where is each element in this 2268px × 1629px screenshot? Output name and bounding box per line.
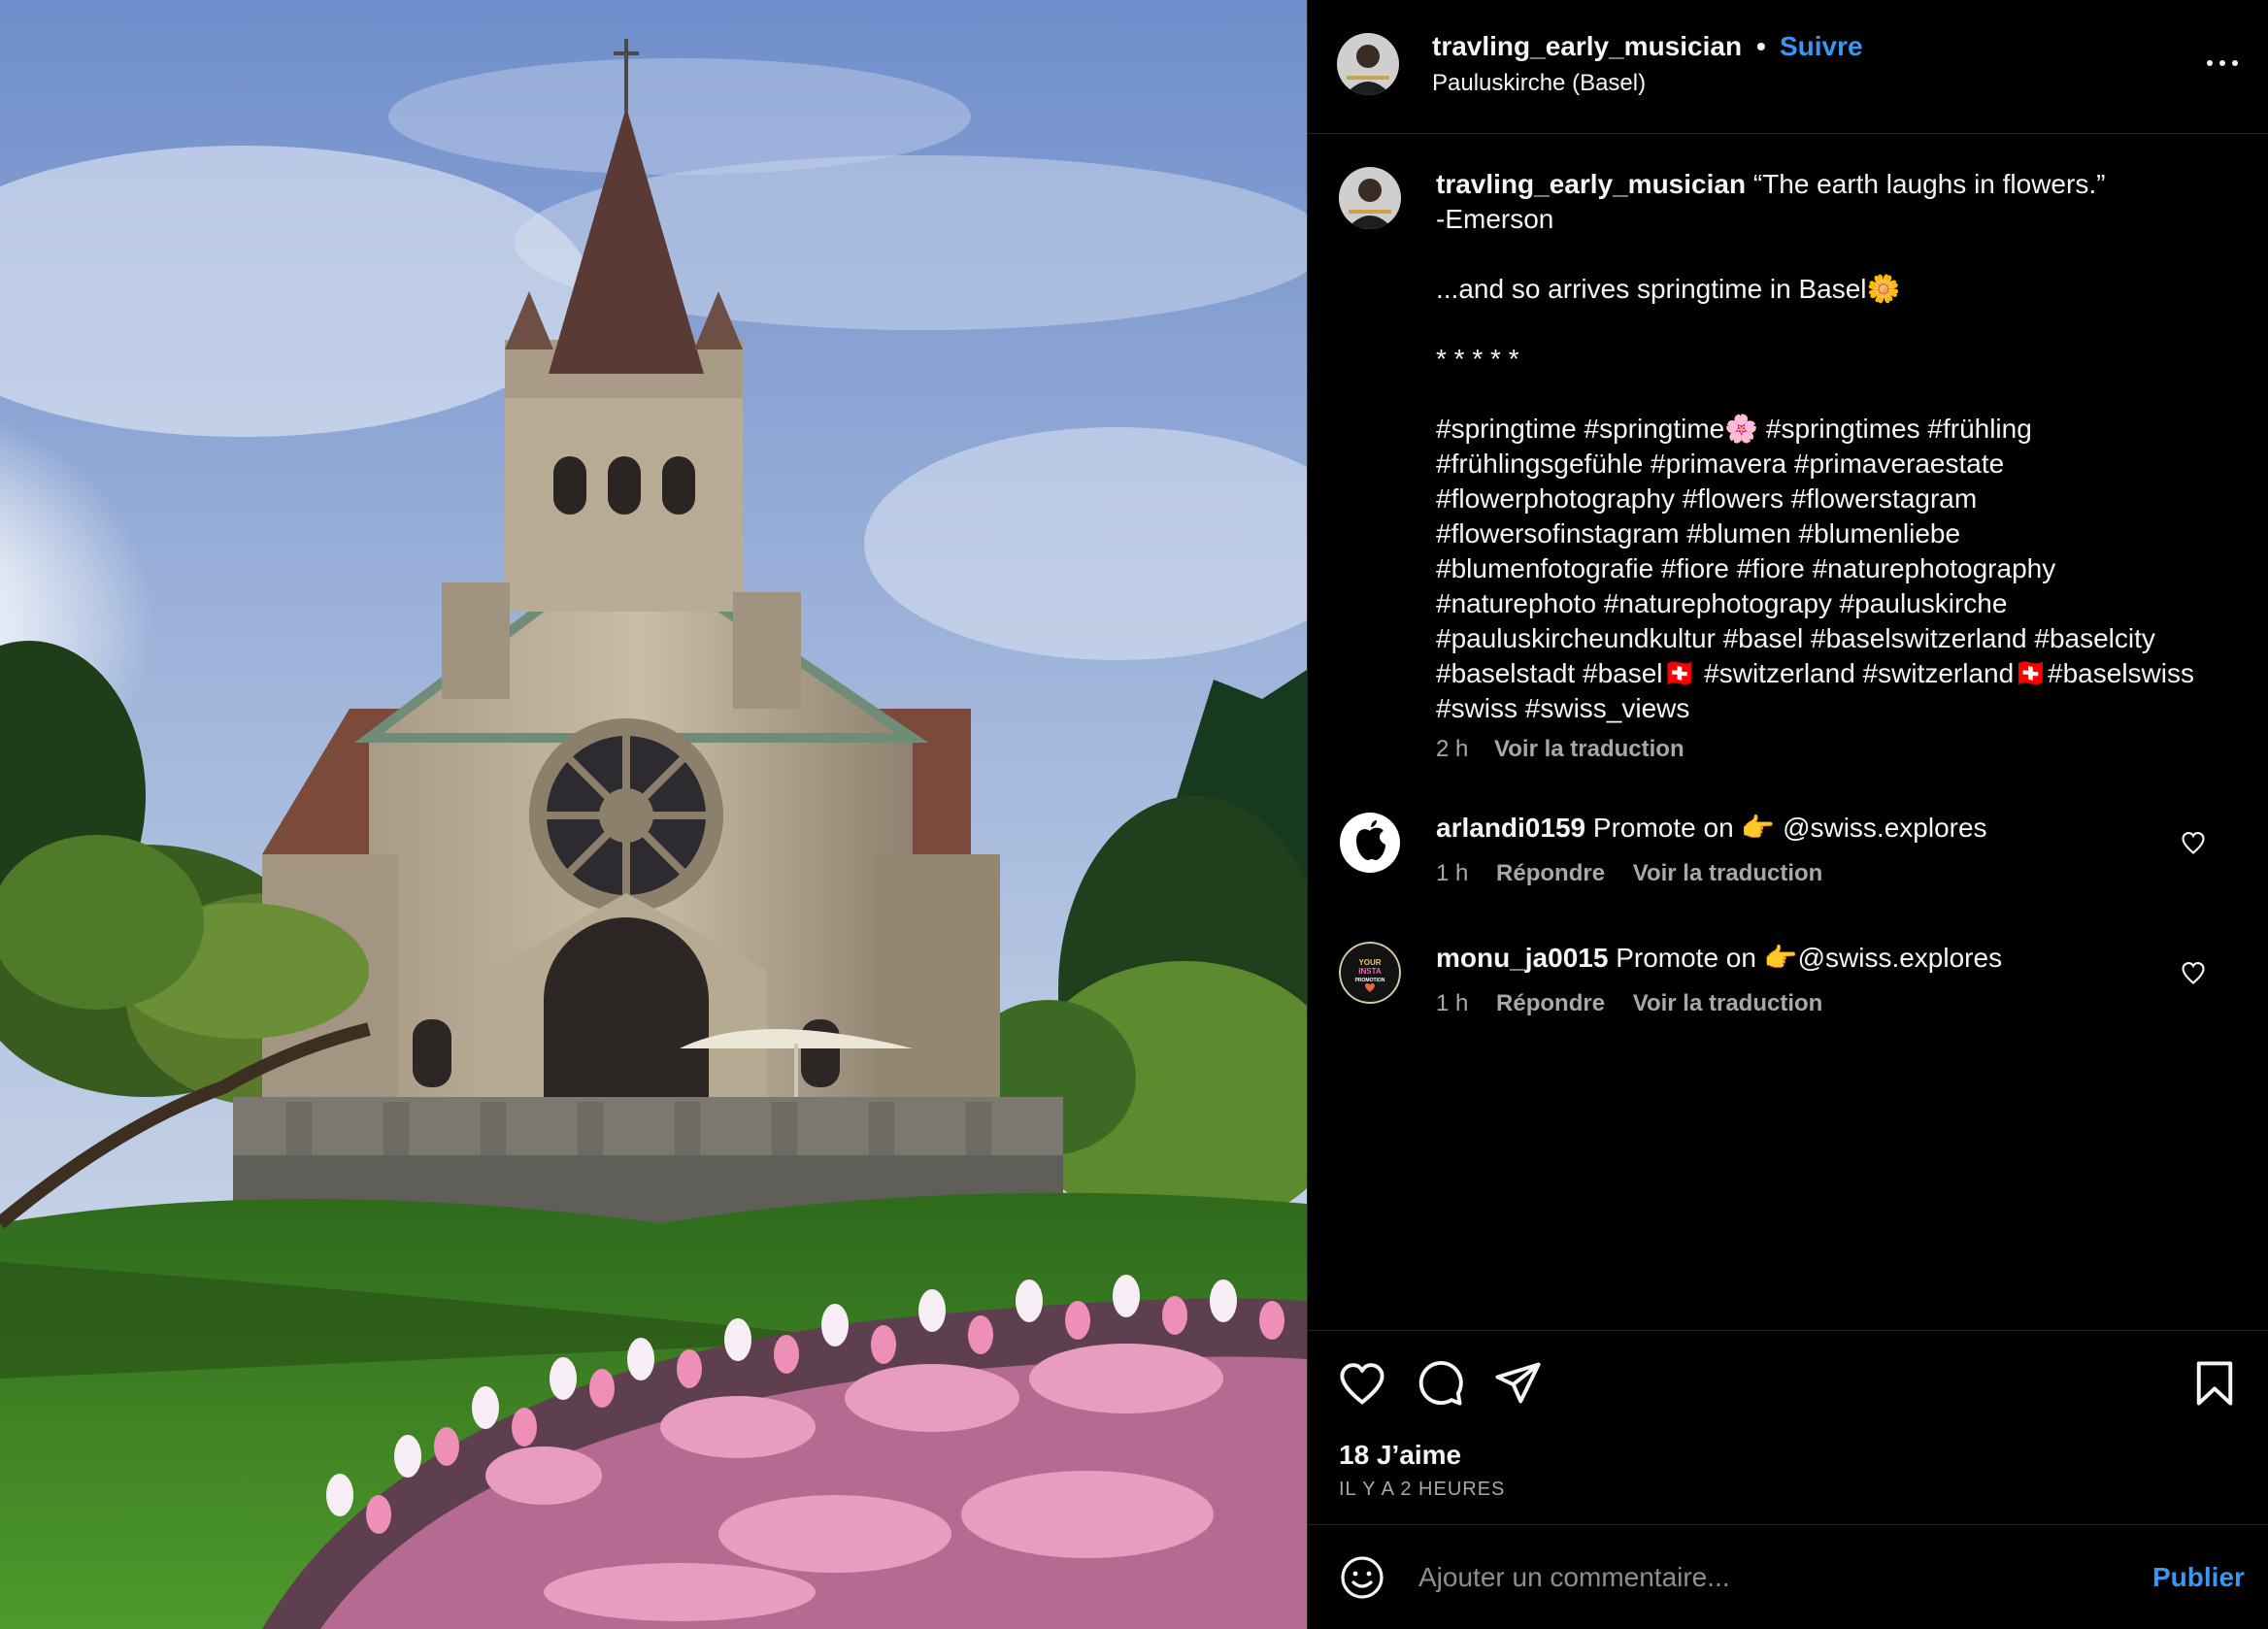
comment-text: Promote on 👉 — [1592, 813, 1784, 843]
author-avatar-image — [1337, 33, 1399, 95]
header-separator: • — [1756, 31, 1766, 61]
comment-meta: 1 h Répondre Voir la traduction — [1436, 990, 1844, 1017]
apple-logo-icon — [1340, 813, 1400, 873]
comment-mention-link[interactable]: @swiss.explores — [1783, 813, 1986, 843]
caption-translate-button[interactable]: Voir la traduction — [1494, 736, 1684, 762]
caption-text: “The earth laughs in flowers.” -Emerson … — [1436, 169, 2194, 723]
comment-translate-button[interactable]: Voir la traduction — [1633, 990, 1823, 1016]
comment-meta: 1 h Répondre Voir la traduction — [1436, 860, 1844, 887]
share-icon[interactable] — [1492, 1358, 1543, 1409]
comment-item: arlandi0159 Promote on 👉 @swiss.explores… — [1308, 812, 2268, 928]
commenter-avatar[interactable] — [1339, 812, 1401, 874]
post-photo[interactable] — [0, 0, 1307, 1629]
post-actions: 18 J’aime IL Y A 2 HEURES — [1308, 1330, 2268, 1524]
commenter-avatar[interactable]: YOUR INSTA PROMOTION — [1339, 942, 1401, 1004]
comment-like-heart-icon[interactable] — [2180, 829, 2207, 856]
follow-button[interactable]: Suivre — [1780, 31, 1863, 62]
church-photo-illustration — [0, 0, 1307, 1629]
comment-line: monu_ja0015 Promote on 👉@swiss.explores — [1436, 942, 2002, 974]
caption-text-block: travling_early_musician “The earth laugh… — [1436, 167, 2242, 726]
likes-count[interactable]: 18 J’aime — [1339, 1440, 1461, 1471]
more-options-icon[interactable] — [2201, 49, 2244, 78]
promo-badge-line-2: INSTA — [1358, 967, 1382, 976]
caption-meta: 2 h Voir la traduction — [1436, 736, 1704, 763]
comment-translate-button[interactable]: Voir la traduction — [1633, 860, 1823, 886]
comment-time: 1 h — [1436, 860, 1469, 886]
comment-username[interactable]: arlandi0159 — [1436, 813, 1585, 843]
comment-item: YOUR INSTA PROMOTION monu_ja0015 Promote… — [1308, 942, 2268, 1058]
publish-button[interactable]: Publier — [2152, 1562, 2245, 1593]
comment-input[interactable] — [1418, 1550, 2079, 1605]
author-avatar[interactable] — [1337, 33, 1399, 95]
post-side-panel: travling_early_musician • Suivre Paulusk… — [1307, 0, 2268, 1629]
promo-badge-icon: YOUR INSTA PROMOTION — [1339, 942, 1401, 1004]
promo-badge-line-3: PROMOTION — [1355, 978, 1385, 983]
caption-username[interactable]: travling_early_musician — [1436, 169, 1746, 199]
caption-author-avatar[interactable] — [1339, 167, 1401, 229]
caption-time: 2 h — [1436, 736, 1469, 762]
author-username[interactable]: travling_early_musician — [1432, 31, 1742, 62]
post-location[interactable]: Pauluskirche (Basel) — [1432, 70, 1646, 97]
comment-icon[interactable] — [1415, 1358, 1465, 1409]
comment-time: 1 h — [1436, 990, 1469, 1016]
post-header: travling_early_musician • Suivre Paulusk… — [1308, 0, 2268, 134]
promo-badge-line-1: YOUR — [1358, 958, 1381, 967]
reply-button[interactable]: Répondre — [1496, 990, 1605, 1016]
comment-line: arlandi0159 Promote on 👉 @swiss.explores — [1436, 812, 1987, 844]
add-comment-bar: Publier — [1308, 1524, 2268, 1629]
bookmark-icon[interactable] — [2189, 1358, 2240, 1409]
post-time-ago: IL Y A 2 HEURES — [1339, 1479, 1506, 1500]
comment-username[interactable]: monu_ja0015 — [1436, 943, 1608, 973]
reply-button[interactable]: Répondre — [1496, 860, 1605, 886]
comment-text: Promote on 👉 — [1616, 943, 1798, 973]
heart-icon[interactable] — [1337, 1358, 1387, 1409]
caption-author-avatar-image — [1339, 167, 1401, 229]
instagram-post-window: travling_early_musician • Suivre Paulusk… — [0, 0, 2268, 1629]
comment-mention-link[interactable]: @swiss.explores — [1798, 943, 2002, 973]
comment-like-heart-icon[interactable] — [2180, 959, 2207, 986]
emoji-icon[interactable] — [1339, 1554, 1385, 1601]
